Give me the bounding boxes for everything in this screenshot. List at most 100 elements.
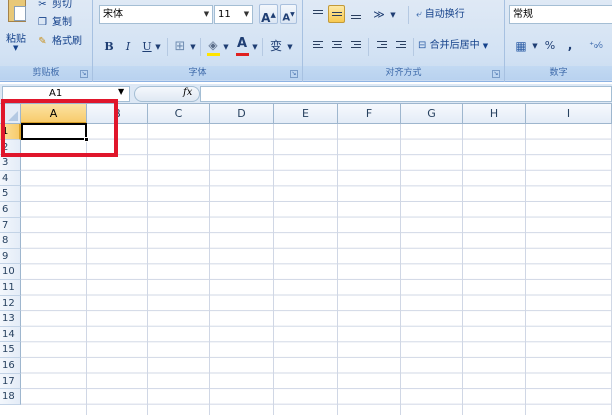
chevron-down-icon[interactable]: ▼ (286, 36, 294, 56)
grow-font-button[interactable]: A▲ (259, 4, 278, 25)
number-format-value: 常规 (513, 9, 533, 20)
phonetic-button[interactable]: 变 (267, 35, 285, 55)
font-launcher-icon[interactable]: ↘ (290, 70, 298, 78)
separator (200, 38, 201, 56)
percent-button[interactable]: % (543, 35, 557, 55)
chevron-down-icon: ▼ (203, 10, 210, 18)
align-bottom-button[interactable] (347, 5, 364, 23)
column-header-g[interactable]: G (401, 104, 463, 124)
column-header-h[interactable]: H (463, 104, 526, 124)
column-header-d[interactable]: D (210, 104, 274, 124)
row-header-10[interactable]: 10 (0, 264, 21, 280)
format-painter-button[interactable]: ✎ 格式刷 (36, 34, 82, 50)
row-header-14[interactable]: 14 (0, 326, 21, 343)
column-header-b[interactable]: B (87, 104, 148, 124)
chevron-down-icon[interactable]: ▼ (189, 36, 197, 56)
row-header-4[interactable]: 4 (0, 170, 21, 187)
copy-button[interactable]: ❐ 复制 (36, 15, 72, 31)
separator (413, 38, 414, 56)
align-left-button[interactable] (309, 36, 326, 54)
column-header-i[interactable]: I (526, 104, 612, 124)
select-all-button[interactable] (0, 104, 21, 124)
align-bottom-icon (351, 15, 361, 24)
borders-icon[interactable]: ⊞ (172, 36, 188, 56)
align-right-button[interactable] (347, 36, 364, 54)
font-group-label: 字体 (93, 66, 302, 80)
scissors-icon: ✂ (38, 0, 47, 10)
alignment-launcher-icon[interactable]: ↘ (492, 70, 500, 78)
column-header-c[interactable]: C (148, 104, 210, 124)
align-center-button[interactable] (328, 36, 345, 54)
clipboard-group-label: 剪贴板 (0, 66, 92, 80)
row-header-7[interactable]: 7 (0, 217, 21, 234)
font-group: 宋体 ▼ 11 ▼ A▲ A▼ B I U ▼ ⊞ ▼ ◈ ▼ A ▼ 变 ▼ … (93, 0, 303, 82)
number-group-label: 数字 (505, 66, 612, 80)
column-gridline (86, 124, 87, 415)
clipboard-launcher-icon[interactable]: ↘ (80, 70, 88, 78)
clipboard-group: 粘贴 ▼ ✂ 剪切 ❐ 复制 ✎ 格式刷 剪贴板 ↘ (0, 0, 93, 82)
column-header-e[interactable]: E (274, 104, 338, 124)
row-header-2[interactable]: 2 (0, 139, 21, 156)
row-header-13[interactable]: 13 (0, 311, 21, 327)
row-header-17[interactable]: 17 (0, 373, 21, 390)
row-header-9[interactable]: 9 (0, 248, 21, 265)
comma-button[interactable]: , (565, 34, 575, 54)
fill-handle[interactable] (84, 137, 89, 142)
cut-button[interactable]: ✂ 剪切 (36, 0, 72, 13)
wrap-text-button[interactable]: ⤶ 自动换行 (415, 4, 505, 24)
merge-center-button[interactable]: ⊟ 合并后居中 ▼ (417, 35, 503, 55)
row-header-16[interactable]: 16 (0, 358, 21, 374)
merge-icon: ⊟ (418, 40, 427, 51)
name-box[interactable]: A1 (2, 86, 130, 102)
column-gridline (525, 124, 526, 415)
row-header-3[interactable]: 3 (0, 155, 21, 171)
row-header-15[interactable]: 15 (0, 342, 21, 358)
chevron-down-icon[interactable]: ▼ (251, 36, 259, 56)
shrink-font-button[interactable]: A▼ (280, 4, 297, 24)
increase-decimal-icon[interactable]: ⁺₀⁄₀ (585, 35, 607, 55)
cell-grid[interactable] (21, 124, 612, 415)
chevron-down-icon[interactable]: ▼ (13, 44, 18, 52)
chevron-down-icon[interactable]: ▼ (118, 87, 124, 96)
row-header-12[interactable]: 12 (0, 295, 21, 312)
font-color-button[interactable]: A (234, 33, 250, 53)
row-header-5[interactable]: 5 (0, 186, 21, 202)
row-header-1[interactable]: 1 (0, 124, 21, 140)
chevron-down-icon[interactable]: ▼ (222, 36, 230, 56)
formula-input[interactable] (200, 86, 612, 102)
underline-button[interactable]: U (139, 36, 155, 56)
fill-color-swatch (207, 53, 220, 56)
align-right-icon (351, 41, 361, 50)
chevron-down-icon[interactable]: ▼ (389, 4, 397, 24)
alignment-group: ≫ ▼ ⤶ 自动换行 ⊟ 合并后居中 ▼ 对齐方式 ↘ (303, 0, 505, 82)
number-format-select[interactable]: 常规 (509, 5, 612, 24)
paste-button[interactable]: 粘贴 ▼ (2, 0, 30, 56)
chevron-down-icon[interactable]: ▼ (154, 36, 162, 56)
chevron-down-icon[interactable]: ▼ (531, 35, 539, 55)
row-header-11[interactable]: 11 (0, 280, 21, 296)
column-header-a[interactable]: A (21, 104, 87, 124)
active-cell[interactable] (21, 123, 87, 140)
align-left-icon (313, 41, 323, 50)
currency-icon[interactable]: ▦ (511, 35, 531, 55)
increase-indent-button[interactable] (392, 36, 409, 54)
row-header-18[interactable]: 18 (0, 389, 21, 405)
bold-button[interactable]: B (101, 36, 117, 56)
fill-color-icon[interactable]: ◈ (205, 34, 221, 54)
orientation-icon[interactable]: ≫ (369, 4, 389, 24)
column-header-f[interactable]: F (338, 104, 401, 124)
font-name-select[interactable]: 宋体 ▼ (99, 5, 213, 24)
copy-label: 复制 (52, 17, 72, 28)
number-group: 常规 ▦ ▼ % , ⁺₀⁄₀ 数字 (505, 0, 612, 82)
decrease-indent-button[interactable] (373, 36, 390, 54)
font-size-select[interactable]: 11 ▼ (214, 5, 253, 24)
align-middle-button[interactable] (328, 5, 345, 23)
wrap-text-label: 自动换行 (424, 9, 465, 20)
row-header-8[interactable]: 8 (0, 233, 21, 249)
column-gridline (273, 124, 274, 415)
insert-function-button[interactable]: fx (183, 87, 192, 98)
italic-button[interactable]: I (120, 36, 136, 56)
alignment-group-label: 对齐方式 (303, 66, 504, 80)
row-header-6[interactable]: 6 (0, 202, 21, 218)
align-top-button[interactable] (309, 5, 326, 23)
